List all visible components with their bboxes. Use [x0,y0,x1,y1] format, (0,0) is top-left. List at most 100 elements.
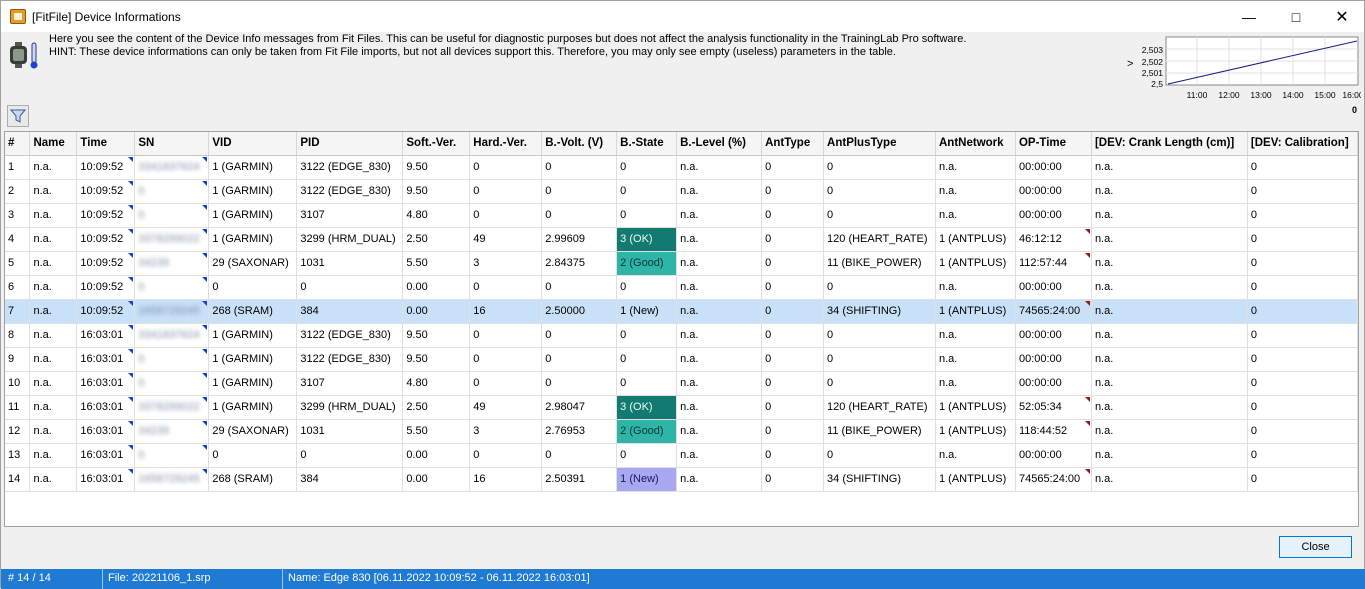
device-info-table[interactable]: # Name Time SN VID PID Soft.-Ver. Hard.-Ver. B.-… [4,131,1359,527]
table-cell: 3 [469,419,543,444]
table-row[interactable]: 3 n.a. 10:09:52 0 1 (GARMIN) 3107 4.80 0 0 0 n.a. 0… [5,203,1358,228]
table-cell: 0 [1247,443,1358,468]
table-cell: 00:00:00 [1015,323,1092,348]
table-cell: n.a. [676,299,763,324]
table-cell: 0 [616,179,678,204]
table-cell: 0 [134,203,210,228]
table-cell: 7 [5,299,31,324]
column-header[interactable]: AntType [761,132,825,156]
table-cell: 0 [761,395,825,420]
table-cell: 10:09:52 [76,275,136,300]
close-button[interactable]: Close [1279,536,1352,558]
table-cell: 0 [469,155,543,180]
table-row[interactable]: 10 n.a. 16:03:01 0 1 (GARMIN) 3107 4.80 0 0 0 n.a.… [5,371,1358,396]
table-cell: 00:00:00 [1015,275,1092,300]
table-cell: n.a. [1091,275,1248,300]
table-row[interactable]: 12 n.a. 16:03:01 34239 29 (SAXONAR) 1031 5.50 3… [5,419,1358,444]
table-cell: 0 [823,347,936,372]
table-cell: 0 [1247,323,1358,348]
table-row[interactable]: 5 n.a. 10:09:52 34239 29 (SAXONAR) 1031 5.50 3 2… [5,251,1358,276]
y-tick: 2,501 [1142,68,1164,78]
table-cell: 0 [761,371,825,396]
table-cell: n.a. [29,467,78,492]
table-cell: n.a. [676,347,763,372]
info-line-2: HINT: These device informations can only… [49,46,896,58]
table-row[interactable]: 9 n.a. 16:03:01 0 1 (GARMIN) 3122 (EDGE_830) 9… [5,347,1358,372]
chart-corner-label: 0 [1352,105,1357,115]
table-cell: 0 [541,371,618,396]
column-header[interactable]: OP-Time [1015,132,1092,156]
table-cell: n.a. [29,299,78,324]
table-cell: 0 [761,251,825,276]
table-cell: 00:00:00 [1015,203,1092,228]
funnel-icon [10,109,26,123]
table-cell: n.a. [29,347,78,372]
table-cell: 9.50 [402,179,471,204]
table-cell: 0 [1247,251,1358,276]
filter-button[interactable] [7,105,29,127]
minimize-icon[interactable]: — [1226,1,1272,32]
column-header[interactable]: Time [76,132,136,156]
table-cell: 0 [823,275,936,300]
column-header[interactable]: PID [296,132,404,156]
column-header[interactable]: Soft.-Ver. [402,132,471,156]
table-cell: n.a. [29,155,78,180]
table-cell: 5.50 [402,419,471,444]
table-cell: 1 (New) [616,467,678,492]
table-cell: 11 [5,395,31,420]
column-header[interactable]: AntNetwork [935,132,1016,156]
table-row[interactable]: 11 n.a. 16:03:01 3378299022 1 (GARMIN) 3299 (… [5,395,1358,420]
table-cell: 2.50391 [541,467,618,492]
column-header[interactable]: B.-Volt. (V) [541,132,618,156]
table-row[interactable]: 4 n.a. 10:09:52 3378299022 1 (GARMIN) 3299 (H… [5,227,1358,252]
table-cell: 1658729245 [134,299,210,324]
table-cell: 74565:24:00 [1015,467,1092,492]
table-cell: 3107 [296,203,404,228]
close-icon[interactable]: ✕ [1319,1,1365,32]
table-row[interactable]: 7 n.a. 10:09:52 1658729245 268 (SRAM) 384 0.00… [5,299,1358,324]
table-cell: 2.98047 [541,395,618,420]
table-cell: n.a. [676,179,763,204]
column-header[interactable]: B.-State [616,132,678,156]
table-cell: 0 [823,179,936,204]
table-cell: n.a. [1091,299,1248,324]
table-row[interactable]: 1 n.a. 10:09:52 3341837624 1 (GARMIN) 3122 (E… [5,155,1358,180]
table-cell: 2.50 [402,227,471,252]
x-tick: 11:00 [1187,90,1208,100]
table-row[interactable]: 2 n.a. 10:09:52 0 1 (GARMIN) 3122 (EDGE_830) 9… [5,179,1358,204]
table-cell: 0 [469,203,543,228]
table-row[interactable]: 14 n.a. 16:03:01 1658729245 268 (SRAM) 384 0.0… [5,467,1358,492]
column-header[interactable]: AntPlusType [823,132,936,156]
table-cell: 3299 (HRM_DUAL) [296,395,404,420]
table-cell: 0.00 [402,275,471,300]
column-header[interactable]: [DEV: Calibration] [1247,132,1358,156]
table-cell: 10:09:52 [76,251,136,276]
table-cell: n.a. [1091,251,1248,276]
maximize-icon[interactable]: □ [1273,1,1319,32]
column-header[interactable]: Hard.-Ver. [469,132,543,156]
table-cell: n.a. [1091,179,1248,204]
table-cell: 0 [1247,419,1358,444]
table-cell: 1 (GARMIN) [208,323,298,348]
table-cell: 2 (Good) [616,419,678,444]
table-cell: 2.50 [402,395,471,420]
column-header[interactable]: SN [134,132,210,156]
column-header[interactable]: # [5,132,31,156]
table-cell: 49 [469,227,543,252]
table-cell: 2 [5,179,31,204]
table-row[interactable]: 8 n.a. 16:03:01 3341837624 1 (GARMIN) 3122 (E… [5,323,1358,348]
column-header[interactable]: VID [208,132,298,156]
table-cell: 46:12:12 [1015,227,1092,252]
table-cell: 9.50 [402,347,471,372]
table-cell: 3 [5,203,31,228]
table-row[interactable]: 13 n.a. 16:03:01 0 0 0 0.00 0 0 0 n.a. 0 0 n.a. 00:00:… [5,443,1358,468]
chart-arrow: > [1127,58,1133,70]
table-cell: 1658729245 [134,467,210,492]
column-header[interactable]: Name [29,132,78,156]
table-cell: 0 [541,347,618,372]
column-header[interactable]: B.-Level (%) [676,132,763,156]
column-header[interactable]: [DEV: Crank Length (cm)] [1091,132,1248,156]
table-row[interactable]: 6 n.a. 10:09:52 0 0 0 0.00 0 0 0 n.a. 0 0 n.a. 00:00:0… [5,275,1358,300]
table-cell: 0 [469,179,543,204]
table-cell: 10:09:52 [76,179,136,204]
